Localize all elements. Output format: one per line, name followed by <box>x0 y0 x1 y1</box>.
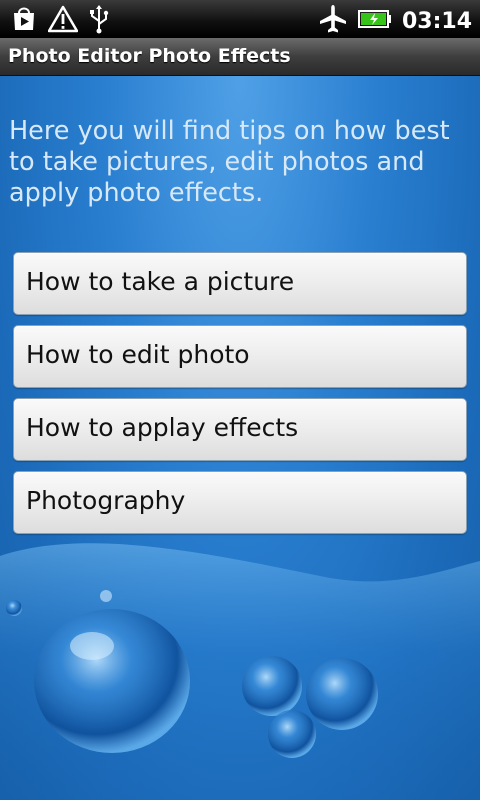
battery-charging-icon <box>357 9 392 33</box>
menu-item-apply-effects[interactable]: How to applay effects <box>13 398 467 461</box>
menu-item-photography[interactable]: Photography <box>13 471 467 534</box>
app-title: Photo Editor Photo Effects <box>8 45 291 67</box>
notification-icons <box>10 4 110 38</box>
app-title-bar: Photo Editor Photo Effects <box>0 38 480 76</box>
system-icons: 03:14 <box>318 4 472 38</box>
usb-icon <box>88 4 110 38</box>
intro-text: Here you will find tips on how best to t… <box>9 116 450 208</box>
menu-item-label: How to edit photo <box>26 340 250 369</box>
play-store-icon <box>10 5 38 37</box>
main-content: Here you will find tips on how best to t… <box>0 76 480 800</box>
menu-item-take-picture[interactable]: How to take a picture <box>13 252 467 315</box>
menu-item-edit-photo[interactable]: How to edit photo <box>13 325 467 388</box>
airplane-icon <box>318 4 348 38</box>
menu-item-label: How to take a picture <box>26 267 295 296</box>
water-drops-background <box>0 543 480 800</box>
menu-item-label: Photography <box>26 486 186 515</box>
status-bar: 03:14 <box>0 0 480 38</box>
menu-item-label: How to applay effects <box>26 413 299 442</box>
warning-icon <box>47 5 79 37</box>
status-time: 03:14 <box>401 8 472 34</box>
